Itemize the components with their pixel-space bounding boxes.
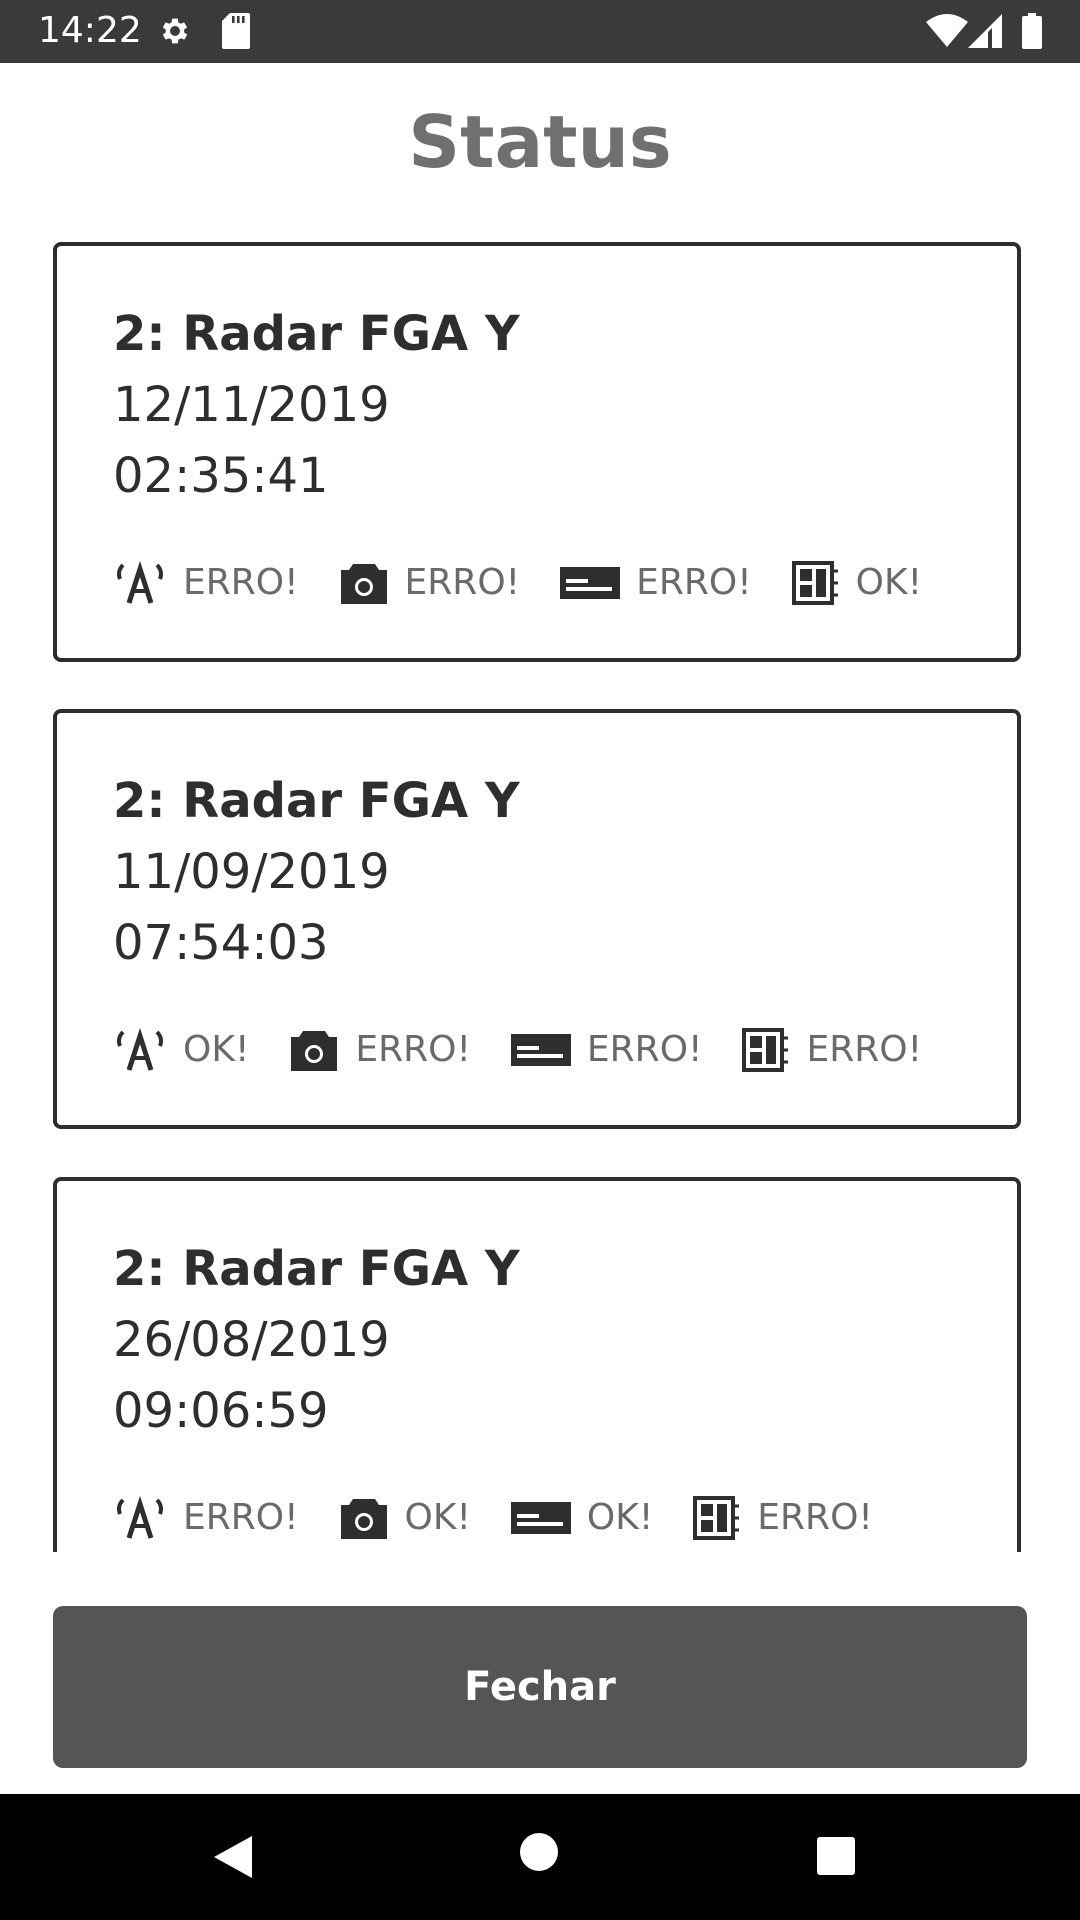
board-icon bbox=[742, 1026, 790, 1074]
wifi-icon bbox=[926, 14, 968, 52]
status-label: ERRO! bbox=[636, 562, 752, 603]
antenna-icon bbox=[113, 559, 167, 607]
status-label: ERRO! bbox=[586, 1029, 703, 1070]
antenna-status: OK! bbox=[113, 1026, 249, 1074]
record-time: 02:35:41 bbox=[113, 448, 329, 504]
antenna-status: ERRO! bbox=[113, 1494, 299, 1542]
card-reader-icon bbox=[560, 559, 621, 607]
status-label: OK! bbox=[183, 1029, 250, 1070]
camera-status: OK! bbox=[339, 1494, 471, 1542]
camera-icon bbox=[339, 1494, 389, 1542]
sd-card-icon bbox=[222, 13, 250, 53]
camera-icon bbox=[339, 559, 389, 607]
record-time: 09:06:59 bbox=[113, 1383, 329, 1439]
record-date: 26/08/2019 bbox=[113, 1312, 390, 1368]
status-list[interactable]: 2: Radar FGA Y 12/11/2019 02:35:41 ERRO!… bbox=[0, 230, 1080, 1552]
status-label: OK! bbox=[855, 562, 923, 603]
board-status: ERRO! bbox=[693, 1494, 873, 1542]
back-icon[interactable] bbox=[212, 1834, 254, 1884]
board-icon bbox=[693, 1494, 741, 1542]
battery-icon bbox=[1022, 13, 1042, 53]
page-title: Status bbox=[408, 100, 672, 184]
recents-icon[interactable] bbox=[816, 1836, 856, 1880]
board-icon bbox=[791, 559, 840, 607]
status-card[interactable]: 2: Radar FGA Y 12/11/2019 02:35:41 ERRO!… bbox=[53, 242, 1021, 662]
camera-status: ERRO! bbox=[289, 1026, 471, 1074]
record-time: 07:54:03 bbox=[113, 915, 329, 971]
status-card[interactable]: 2: Radar FGA Y 26/08/2019 09:06:59 ERRO!… bbox=[53, 1177, 1021, 1552]
antenna-status: ERRO! bbox=[113, 559, 299, 607]
record-date: 12/11/2019 bbox=[113, 377, 390, 433]
gear-icon bbox=[158, 14, 192, 52]
status-screen: 14:22 Status 2: Radar FGA Y 12/11/2019 0… bbox=[0, 0, 1080, 1920]
device-name: 2: Radar FGA Y bbox=[113, 773, 520, 829]
device-name: 2: Radar FGA Y bbox=[113, 306, 520, 362]
system-nav-bar bbox=[0, 1794, 1080, 1920]
board-status: ERRO! bbox=[742, 1026, 922, 1074]
status-label: OK! bbox=[586, 1497, 654, 1538]
board-status: OK! bbox=[791, 559, 923, 607]
camera-icon bbox=[289, 1026, 339, 1074]
card-reader-icon bbox=[510, 1026, 571, 1074]
signal-icon bbox=[968, 14, 1002, 52]
close-button[interactable]: Fechar bbox=[53, 1606, 1027, 1768]
camera-status: ERRO! bbox=[339, 559, 521, 607]
status-row: OK! ERRO! ERRO! ERRO! bbox=[113, 1025, 962, 1075]
antenna-icon bbox=[113, 1494, 167, 1542]
card-reader-status: OK! bbox=[510, 1494, 654, 1542]
card-reader-status: ERRO! bbox=[510, 1026, 703, 1074]
record-date: 11/09/2019 bbox=[113, 844, 390, 900]
status-label: ERRO! bbox=[355, 1029, 471, 1070]
status-label: ERRO! bbox=[757, 1497, 873, 1538]
status-label: ERRO! bbox=[404, 562, 521, 603]
card-reader-status: ERRO! bbox=[560, 559, 752, 607]
system-status-bar: 14:22 bbox=[0, 0, 1080, 63]
status-row: ERRO! ERRO! ERRO! OK! bbox=[113, 558, 962, 608]
antenna-icon bbox=[113, 1026, 167, 1074]
status-label: ERRO! bbox=[806, 1029, 923, 1070]
status-label: OK! bbox=[404, 1497, 471, 1538]
clock: 14:22 bbox=[38, 10, 142, 51]
status-row: ERRO! OK! OK! ERRO! bbox=[113, 1493, 913, 1543]
device-name: 2: Radar FGA Y bbox=[113, 1241, 520, 1297]
status-label: ERRO! bbox=[183, 1497, 299, 1538]
status-label: ERRO! bbox=[183, 562, 299, 603]
status-card[interactable]: 2: Radar FGA Y 11/09/2019 07:54:03 OK! E… bbox=[53, 709, 1021, 1129]
card-reader-icon bbox=[510, 1494, 571, 1542]
home-icon[interactable] bbox=[519, 1832, 559, 1876]
